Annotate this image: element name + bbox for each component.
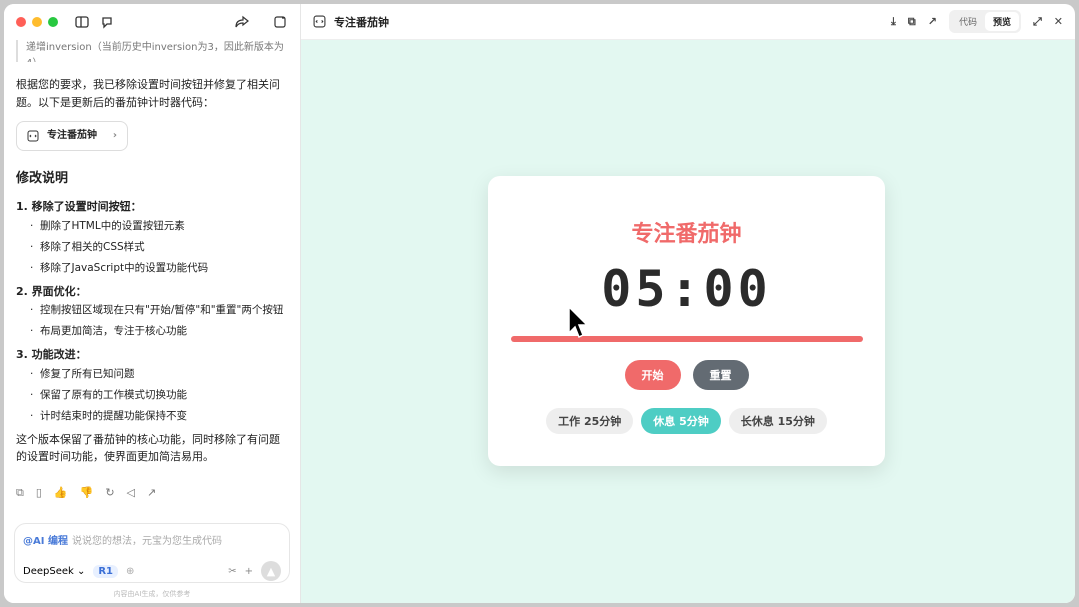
add-icon[interactable]: + — [245, 566, 253, 577]
artifact-card[interactable]: 专注番茄钟 › — [16, 121, 128, 152]
composer-placeholder[interactable]: @AI 编程 说说您的想法，元宝为您生成代码 — [23, 532, 281, 547]
share-link-icon[interactable]: ↗ — [147, 486, 156, 500]
minimize-window-button[interactable] — [32, 17, 42, 27]
mode-long-break-button[interactable]: 长休息 15分钟 — [728, 408, 827, 434]
composer[interactable]: @AI 编程 说说您的想法，元宝为您生成代码 DeepSeek ⌄ R1 ⊕ ✂ … — [14, 523, 290, 583]
edit-icon[interactable] — [272, 14, 288, 30]
section-title: 3. 功能改进： — [16, 348, 87, 362]
copy-icon[interactable]: ⧉ — [16, 486, 24, 500]
tab-preview[interactable]: 预览 — [984, 12, 1019, 31]
tab-code[interactable]: 代码 — [951, 12, 985, 31]
thumbs-down-icon[interactable]: 👎 — [80, 486, 94, 500]
progress-bar — [510, 336, 863, 342]
sidebar-toggle-icon[interactable] — [74, 14, 90, 30]
composer-toolbar: DeepSeek ⌄ R1 ⊕ ✂ + ▲ — [23, 561, 281, 581]
preview-area: 专注番茄钟 05:00 开始 重置 工作 25分钟 休息 5分钟 长休息 15分… — [301, 40, 1075, 603]
r1-toggle[interactable]: R1 — [93, 564, 119, 578]
list-item: 控制按钮区域现在只有"开始/暂停"和"重置"两个按钮 — [30, 300, 288, 321]
list-item: 移除了相关的CSS样式 — [30, 237, 288, 258]
preview-title: 专注番茄钟 — [334, 15, 389, 29]
timer-display: 05:00 — [601, 260, 772, 318]
preview-titlebar: 专注番茄钟 ⤓ ⧉ ↗ 代码 预览 ⤢ ✕ — [301, 4, 1075, 40]
section-title: 2. 界面优化： — [16, 284, 87, 298]
maximize-window-button[interactable] — [48, 17, 58, 27]
fullscreen-icon[interactable]: ⤢ — [1033, 15, 1042, 29]
send-button[interactable]: ▲ — [261, 561, 281, 581]
artifact-card-label: 专注番茄钟 — [47, 130, 97, 142]
preview-panel: 专注番茄钟 ⤓ ⧉ ↗ 代码 预览 ⤢ ✕ 专注番茄钟 05:00 开始 重置 … — [301, 4, 1075, 603]
mode-selector: 工作 25分钟 休息 5分钟 长休息 15分钟 — [488, 408, 885, 434]
list-item: 计时结束时的提醒功能保持不变 — [30, 406, 288, 427]
list-item: 布局更加简洁，专注于核心功能 — [30, 321, 288, 342]
mode-break-button[interactable]: 休息 5分钟 — [641, 408, 721, 434]
mode-work-button[interactable]: 工作 25分钟 — [546, 408, 634, 434]
model-selector[interactable]: DeepSeek ⌄ — [23, 566, 85, 577]
globe-icon[interactable]: ⊕ — [126, 566, 134, 577]
chat-panel: 递增inversion（当前历史中inversion为3，因此新版本为4）。 根… — [4, 4, 301, 603]
chevron-right-icon: › — [112, 130, 117, 142]
section-2: 2. 界面优化： 控制按钮区域现在只有"开始/暂停"和"重置"两个按钮 布局更加… — [16, 283, 288, 343]
scissors-icon[interactable]: ✂ — [228, 566, 236, 577]
download-icon[interactable]: ⤓ — [891, 15, 896, 29]
list-item: 保留了原有的工作模式切换功能 — [30, 385, 288, 406]
app-window: 递增inversion（当前历史中inversion为3，因此新版本为4）。 根… — [4, 4, 1075, 603]
thumbs-up-icon[interactable]: 👍 — [54, 486, 68, 500]
section-1: 1. 移除了设置时间按钮： 删除了HTML中的设置按钮元素 移除了相关的CSS样… — [16, 198, 288, 279]
changes-heading: 修改说明 — [16, 171, 69, 187]
new-chat-icon[interactable] — [100, 14, 116, 30]
bookmark-icon[interactable]: ▯ — [36, 486, 42, 500]
mouse-cursor-icon — [568, 305, 589, 339]
section-title: 1. 移除了设置时间按钮： — [16, 199, 142, 213]
section-3: 3. 功能改进： 修复了所有已知问题 保留了原有的工作模式切换功能 计时结束时的… — [16, 346, 288, 427]
pomodoro-title: 专注番茄钟 — [631, 222, 742, 247]
list-item: 移除了JavaScript中的设置功能代码 — [30, 258, 288, 279]
code-file-icon — [27, 130, 39, 142]
share-icon[interactable] — [234, 14, 250, 30]
left-titlebar — [4, 4, 300, 40]
summary-text: 这个版本保留了番茄钟的核心功能，同时移除了有问题的设置时间功能，使界面更加简洁易… — [16, 432, 280, 464]
regenerate-icon[interactable]: ↻ — [105, 486, 114, 500]
start-button[interactable]: 开始 — [624, 360, 681, 390]
ai-coding-tag[interactable]: @AI 编程 — [23, 536, 68, 547]
intro-text: 根据您的要求，我已移除设置时间按钮并修复了相关问题。以下是更新后的番茄钟计时器代… — [16, 78, 280, 109]
disclaimer: 内容由AI生成，仅供参考 — [113, 590, 191, 598]
code-file-icon — [313, 15, 326, 28]
copy-icon[interactable]: ⧉ — [908, 15, 916, 29]
list-item: 修复了所有已知问题 — [30, 364, 288, 385]
chat-content: 递增inversion（当前历史中inversion为3，因此新版本为4）。 根… — [4, 40, 300, 466]
list-item: 删除了HTML中的设置按钮元素 — [30, 216, 288, 237]
close-window-button[interactable] — [16, 17, 26, 27]
share-icon[interactable]: ↗ — [928, 15, 937, 28]
message-actions: ⧉ ▯ 👍 👎 ↻ ◁ ↗ — [4, 476, 300, 510]
pomodoro-card: 专注番茄钟 05:00 开始 重置 工作 25分钟 休息 5分钟 长休息 15分… — [488, 176, 885, 466]
close-icon[interactable]: ✕ — [1054, 15, 1063, 28]
speaker-icon[interactable]: ◁ — [127, 486, 135, 500]
reset-button[interactable]: 重置 — [692, 360, 749, 390]
view-toggle: 代码 预览 — [948, 10, 1021, 33]
previous-message-snippet: 递增inversion（当前历史中inversion为3，因此新版本为4）。 — [16, 40, 288, 62]
